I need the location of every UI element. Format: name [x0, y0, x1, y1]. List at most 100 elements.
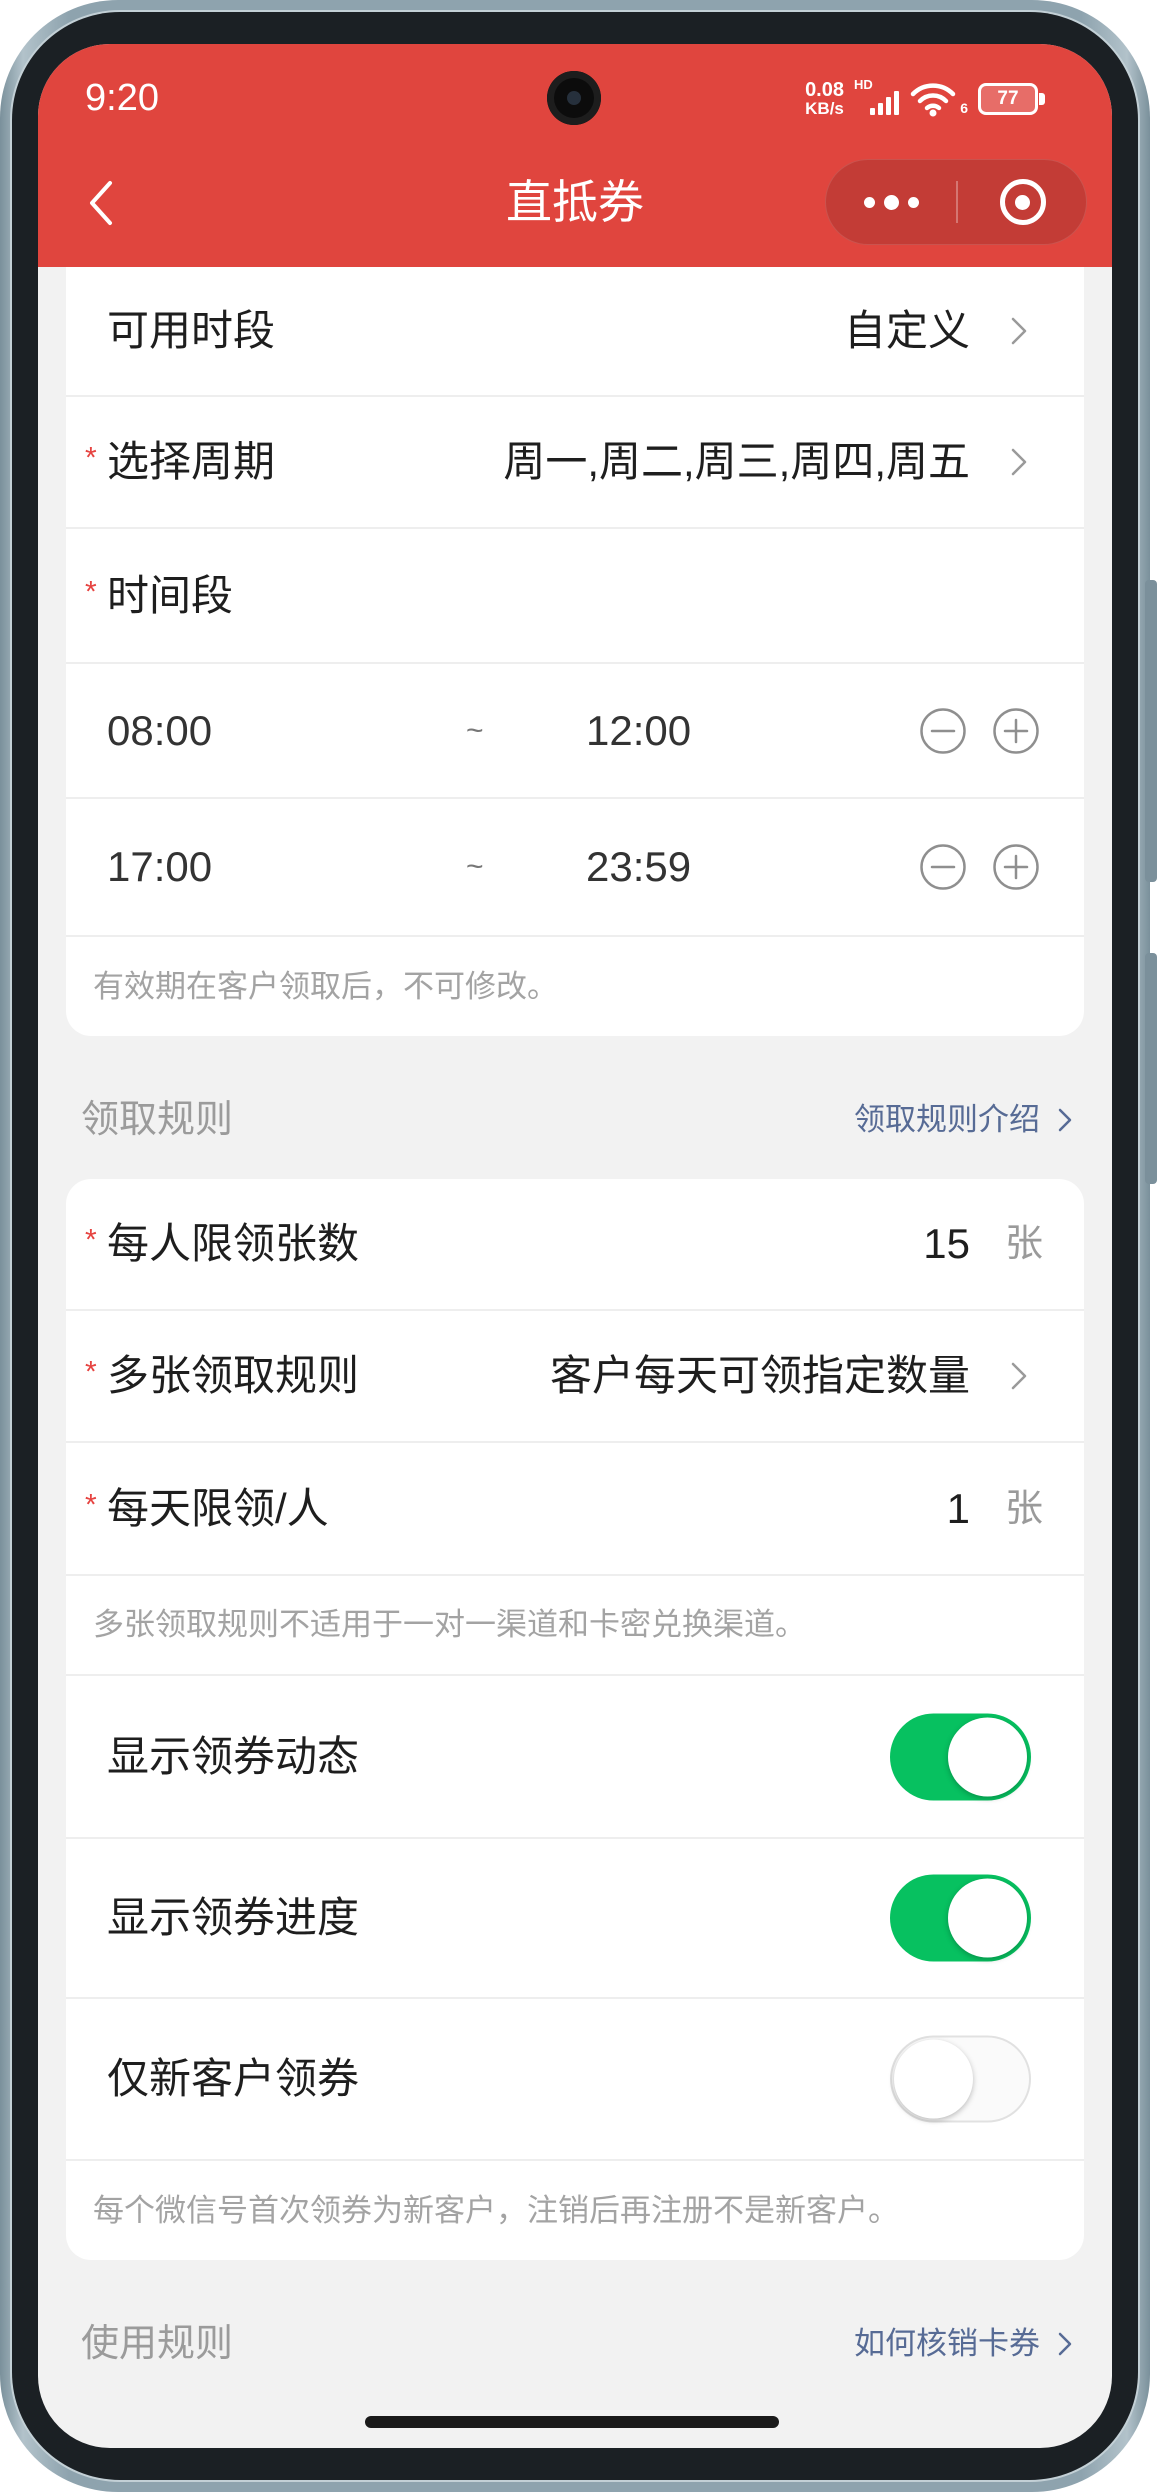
- time-range-separator: ~: [466, 713, 484, 747]
- show-claim-progress-toggle[interactable]: [890, 1874, 1031, 1962]
- show-claim-activity-row: 显示领券动态: [66, 1676, 1084, 1839]
- per-person-limit-unit: 张: [1005, 1223, 1044, 1265]
- time-range-end[interactable]: 23:59: [586, 842, 691, 892]
- cell-signal-icon: HD: [854, 77, 900, 121]
- remove-time-range-button[interactable]: [919, 843, 967, 891]
- claim-rules-header: 领取规则 领取规则介绍: [38, 1080, 1112, 1160]
- time-range-separator: ~: [466, 850, 484, 883]
- status-icons: 0.08 KB/s HD 6 77: [805, 74, 1046, 124]
- per-person-limit-label: 每人限领张数: [107, 1220, 360, 1267]
- close-button[interactable]: [957, 160, 1088, 244]
- claim-rules-intro-link[interactable]: 领取规则介绍: [854, 1100, 1040, 1140]
- daily-limit-row: * 每天限领/人 1 张: [66, 1443, 1084, 1576]
- add-time-range-button[interactable]: [992, 707, 1040, 755]
- screenshot-page: 9:20 0.08 KB/s HD 6 77 直抵券 可用时段 自定义 * 选择…: [0, 0, 1163, 2492]
- required-mark: *: [85, 1487, 97, 1521]
- show-claim-progress-label: 显示领券进度: [107, 1894, 360, 1941]
- more-dots-icon: [884, 194, 899, 210]
- show-claim-activity-toggle[interactable]: [890, 1713, 1031, 1800]
- time-range-start[interactable]: 17:00: [107, 842, 212, 892]
- chevron-right-icon: [1011, 1362, 1027, 1390]
- show-claim-activity-label: 显示领券动态: [107, 1732, 360, 1780]
- plus-circle-icon: [993, 707, 1039, 754]
- available-period-row[interactable]: 可用时段 自定义: [66, 267, 1084, 397]
- time-slot-label: 时间段: [107, 571, 234, 619]
- time-slot-row: * 时间段: [66, 529, 1084, 664]
- per-person-limit-input[interactable]: 15: [923, 1219, 970, 1269]
- usage-rules-header: 使用规则 如何核销卡券: [38, 2304, 1112, 2384]
- app-header: 9:20 0.08 KB/s HD 6 77 直抵券: [38, 44, 1112, 267]
- target-circle-icon: [999, 179, 1046, 225]
- front-camera: [547, 71, 601, 125]
- show-claim-progress-row: 显示领券进度: [66, 1839, 1084, 1999]
- wifi-icon: 6: [910, 77, 968, 121]
- required-mark: *: [85, 1355, 97, 1389]
- multi-claim-rule-value: 客户每天可领指定数量: [549, 1352, 970, 1399]
- minus-circle-icon: [920, 844, 966, 890]
- toggle-knob: [948, 1878, 1027, 1958]
- new-customers-only-toggle[interactable]: [890, 2035, 1031, 2123]
- battery-icon: 77: [978, 83, 1046, 115]
- signal-bars-icon: [870, 91, 899, 115]
- power-button: [1145, 953, 1157, 1184]
- how-to-redeem-link[interactable]: 如何核销卡券: [854, 2324, 1040, 2364]
- validity-note: 有效期在客户领取后，不可修改。: [93, 968, 558, 1004]
- validity-card: 可用时段 自定义 * 选择周期 周一,周二,周三,周四,周五 * 时间段 08:…: [66, 267, 1084, 1036]
- new-customers-only-label: 仅新客户领券: [107, 2055, 360, 2102]
- more-button[interactable]: [826, 160, 957, 244]
- new-customer-note-row: 每个微信号首次领券为新客户，注销后再注册不是新客户。: [66, 2161, 1084, 2260]
- multi-claim-note-row: 多张领取规则不适用于一对一渠道和卡密兑换渠道。: [66, 1576, 1084, 1676]
- cycle-label: 选择周期: [107, 438, 276, 485]
- minus-circle-icon: [920, 707, 966, 754]
- network-speed-unit: KB/s: [805, 99, 844, 118]
- toggle-knob: [894, 2039, 973, 2119]
- wifi-generation-label: 6: [960, 100, 968, 116]
- plus-circle-icon: [993, 844, 1039, 890]
- hd-label: HD: [854, 77, 873, 92]
- time-range-row: 08:00 ~ 12:00: [66, 664, 1084, 799]
- time-range-row: 17:00 ~ 23:59: [66, 799, 1084, 937]
- toggle-knob: [948, 1717, 1027, 1796]
- network-speed-value: 0.08: [805, 79, 844, 101]
- miniprogram-capsule: [825, 159, 1087, 245]
- battery-level: 77: [997, 88, 1019, 109]
- chevron-right-icon: [1011, 317, 1027, 345]
- multi-claim-rule-label: 多张领取规则: [107, 1352, 360, 1399]
- per-person-limit-row: * 每人限领张数 15 张: [66, 1179, 1084, 1311]
- required-mark: *: [85, 574, 97, 608]
- daily-limit-label: 每天限领/人: [107, 1484, 329, 1532]
- claim-rules-title: 领取规则: [81, 1099, 234, 1141]
- add-time-range-button[interactable]: [992, 843, 1040, 891]
- daily-limit-input[interactable]: 1: [947, 1484, 970, 1534]
- home-indicator[interactable]: [365, 2416, 779, 2428]
- claim-rules-card: * 每人限领张数 15 张 * 多张领取规则 客户每天可领指定数量 * 每天限领…: [66, 1179, 1084, 2260]
- phone-screen: 9:20 0.08 KB/s HD 6 77 直抵券 可用时段 自定义 * 选择…: [38, 44, 1112, 2448]
- chevron-right-icon: [1011, 448, 1027, 476]
- available-period-label: 可用时段: [107, 307, 276, 354]
- chevron-right-icon: [1058, 2332, 1072, 2356]
- cycle-value: 周一,周二,周三,周四,周五: [503, 438, 970, 485]
- new-customers-only-row: 仅新客户领券: [66, 1999, 1084, 2161]
- network-speed: 0.08 KB/s: [805, 80, 844, 118]
- wifi-arcs-icon: [910, 83, 956, 117]
- time-range-end[interactable]: 12:00: [586, 706, 691, 756]
- time-range-start[interactable]: 08:00: [107, 706, 212, 756]
- validity-note-row: 有效期在客户领取后，不可修改。: [66, 937, 1084, 1036]
- required-mark: *: [85, 441, 97, 475]
- status-time: 9:20: [85, 77, 159, 119]
- multi-claim-rule-row[interactable]: * 多张领取规则 客户每天可领指定数量: [66, 1311, 1084, 1443]
- chevron-right-icon: [1058, 1108, 1072, 1132]
- required-mark: *: [85, 1223, 97, 1257]
- daily-limit-unit: 张: [1005, 1487, 1044, 1530]
- usage-rules-title: 使用规则: [81, 2323, 234, 2365]
- battery-tip: [1039, 93, 1045, 105]
- cycle-row[interactable]: * 选择周期 周一,周二,周三,周四,周五: [66, 397, 1084, 529]
- available-period-value: 自定义: [843, 307, 970, 354]
- volume-button: [1145, 580, 1157, 882]
- target-dot: [1015, 194, 1030, 210]
- remove-time-range-button[interactable]: [919, 707, 967, 755]
- more-dots-icon: [864, 196, 875, 208]
- multi-claim-note: 多张领取规则不适用于一对一渠道和卡密兑换渠道。: [93, 1607, 806, 1642]
- new-customer-note: 每个微信号首次领券为新客户，注销后再注册不是新客户。: [93, 2192, 899, 2228]
- more-dots-icon: [908, 196, 919, 208]
